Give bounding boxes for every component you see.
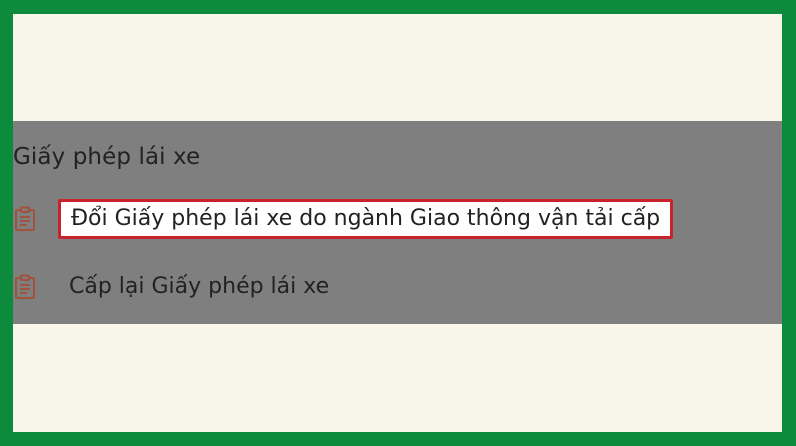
clipboard-document-icon: [13, 274, 37, 300]
list-item-label[interactable]: Cấp lại Giấy phép lái xe: [69, 273, 329, 301]
page-content: Giấy phép lái xe Đổi Giấy phép lái xe do…: [13, 14, 782, 432]
clipboard-document-icon: [13, 206, 37, 232]
green-frame: Giấy phép lái xe Đổi Giấy phép lái xe do…: [0, 0, 796, 446]
section-title: Giấy phép lái xe: [13, 144, 201, 170]
dimmed-section: Giấy phép lái xe Đổi Giấy phép lái xe do…: [13, 121, 782, 324]
list-item-label[interactable]: Đổi Giấy phép lái xe do ngành Giao thông…: [58, 199, 674, 239]
